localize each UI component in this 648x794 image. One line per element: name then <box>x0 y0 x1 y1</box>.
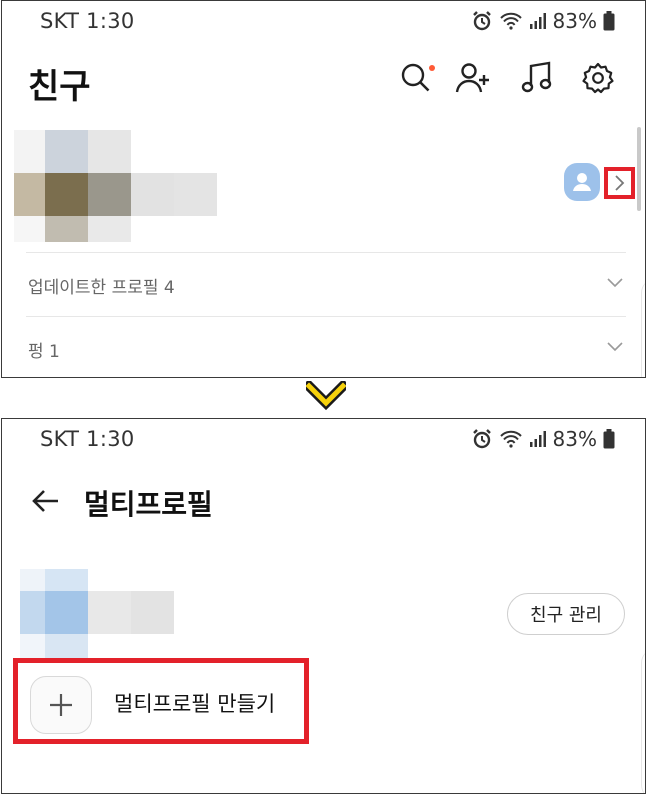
chevron-down-icon <box>607 342 623 352</box>
back-arrow-icon <box>32 490 58 512</box>
wifi-icon <box>499 429 523 449</box>
add-friend-icon <box>455 63 489 93</box>
plus-tile[interactable] <box>30 676 92 734</box>
create-multiprofile-button[interactable]: 멀티프로필 만들기 <box>13 658 309 744</box>
music-icon <box>521 61 552 93</box>
status-bar: SKT 1:30 83% <box>2 1 645 41</box>
create-multiprofile-label: 멀티프로필 만들기 <box>114 692 276 716</box>
page-title: 친구 <box>28 67 91 107</box>
section-label: 업데이트한 프로필 4 <box>28 278 175 298</box>
plus-icon <box>50 694 72 716</box>
edge-panel-handle <box>641 649 645 793</box>
search-icon <box>401 63 430 92</box>
music-button[interactable] <box>521 61 561 101</box>
battery-percent: 83% <box>552 427 597 451</box>
signal-icon <box>529 12 547 30</box>
multiprofile-avatar[interactable] <box>564 163 600 201</box>
alarm-icon <box>471 428 493 450</box>
status-carrier-time: SKT 1:30 <box>40 9 135 33</box>
wifi-icon <box>499 11 523 31</box>
settings-button[interactable] <box>581 61 621 101</box>
chevron-right-icon <box>614 175 624 191</box>
section-pung[interactable]: 펑 1 <box>28 337 628 367</box>
settings-icon <box>582 62 614 94</box>
page-title: 멀티프로필 <box>84 488 213 521</box>
battery-icon <box>603 429 615 449</box>
status-carrier-time: SKT 1:30 <box>40 427 135 451</box>
alarm-icon <box>471 10 493 32</box>
status-bar: SKT 1:30 83% <box>2 419 645 459</box>
divider <box>26 252 626 253</box>
chevron-down-arrow-icon <box>306 381 346 411</box>
multiprofile-open-button[interactable] <box>604 167 635 199</box>
scrollbar[interactable] <box>637 127 641 211</box>
search-button[interactable] <box>399 61 439 101</box>
section-label: 펑 1 <box>28 342 60 362</box>
section-updated-profiles[interactable]: 업데이트한 프로필 4 <box>28 273 628 303</box>
back-button[interactable] <box>30 485 62 517</box>
friends-screen: SKT 1:30 83% 친구 업데이트한 프로필 4 펑 1 <box>1 0 646 378</box>
divider <box>26 316 626 317</box>
add-friend-button[interactable] <box>455 61 495 101</box>
battery-percent: 83% <box>552 9 597 33</box>
person-icon <box>573 173 591 191</box>
edge-panel-handle <box>641 279 645 377</box>
manage-friends-button[interactable]: 친구 관리 <box>507 593 625 635</box>
battery-icon <box>603 11 615 31</box>
chevron-down-icon <box>607 278 623 288</box>
multiprofile-screen: SKT 1:30 83% 멀티프로필 친구 관리 멀티프로필 만들기 <box>1 418 646 794</box>
notification-dot <box>429 65 435 71</box>
signal-icon <box>529 430 547 448</box>
